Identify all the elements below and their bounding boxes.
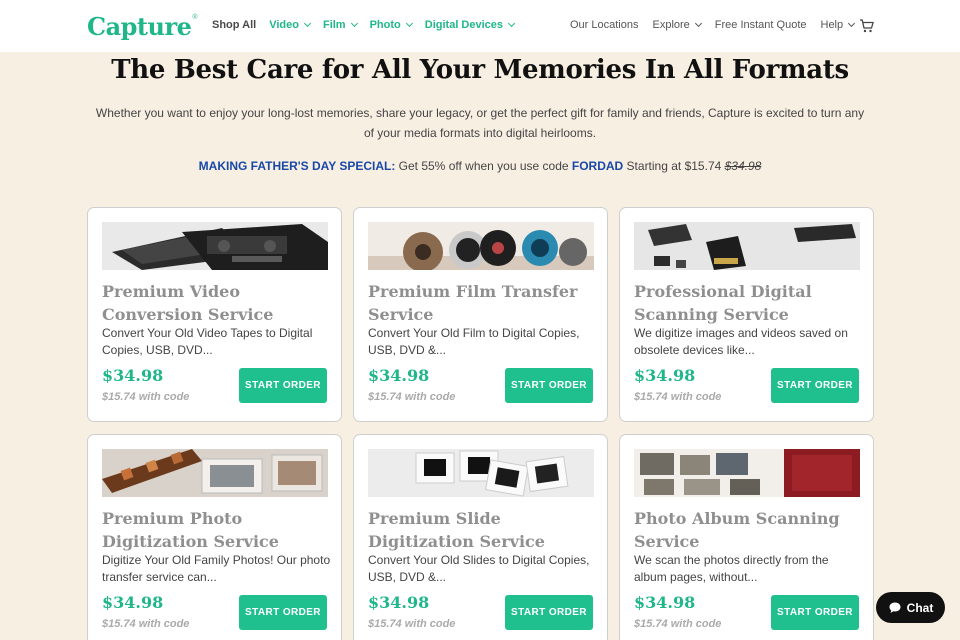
product-card-photo[interactable]: Premium Photo Digitization Service Digit… <box>87 434 342 640</box>
nav-label: Digital Devices <box>424 19 504 31</box>
page-subtitle: Whether you want to enjoy your long-lost… <box>95 106 865 140</box>
card-description: Digitize Your Old Family Photos! Our pho… <box>102 553 331 584</box>
chevron-down-icon <box>405 19 413 28</box>
product-card-video[interactable]: Premium Video Conversion Service Convert… <box>87 207 342 422</box>
card-description: We scan the photos directly from the alb… <box>634 553 829 584</box>
card-code-price: $15.74 with code <box>102 618 190 630</box>
start-order-button[interactable]: START ORDER <box>239 595 327 630</box>
card-price: $34.98 <box>102 366 164 385</box>
card-title[interactable]: Photo Album Scanning Service <box>634 507 864 553</box>
photo-album-image <box>634 449 860 497</box>
chevron-down-icon <box>350 19 358 28</box>
nav-label: Explore <box>652 19 690 31</box>
card-price: $34.98 <box>102 593 164 612</box>
nav-shop-all[interactable]: Shop All <box>212 19 256 31</box>
photo-negatives-image <box>102 449 328 497</box>
nav-film[interactable]: Film <box>322 19 358 31</box>
primary-nav: Shop All Video Film Photo Digital Device… <box>212 19 527 31</box>
chevron-down-icon <box>303 19 312 28</box>
promo-text: Get 55% off when you use code <box>395 159 572 173</box>
card-code-price: $15.74 with code <box>634 391 722 403</box>
site-header: Capture ® Shop All Video Film Photo Digi… <box>0 0 960 52</box>
nav-our-locations[interactable]: Our Locations <box>570 19 638 31</box>
logo-registered-mark: ® <box>192 14 198 21</box>
card-code-price: $15.74 with code <box>368 391 456 403</box>
start-order-button[interactable]: START ORDER <box>505 368 593 403</box>
logo-text: Capture <box>87 11 192 41</box>
nav-free-instant-quote[interactable]: Free Instant Quote <box>715 19 807 31</box>
product-card-digital-scanning[interactable]: Professional Digital Scanning Service We… <box>619 207 874 422</box>
cart-icon[interactable] <box>859 18 875 34</box>
nav-video[interactable]: Video <box>269 19 312 31</box>
card-price: $34.98 <box>634 366 696 385</box>
nav-label: Free Instant Quote <box>714 19 807 31</box>
nav-help[interactable]: Help <box>820 19 856 31</box>
card-price: $34.98 <box>634 593 696 612</box>
card-description: We digitize images and videos saved on o… <box>634 326 848 357</box>
secondary-nav: Our Locations Explore Free Instant Quote… <box>570 19 868 31</box>
start-order-button[interactable]: START ORDER <box>771 595 859 630</box>
card-code-price: $15.74 with code <box>102 391 190 403</box>
film-reels-image <box>368 222 594 270</box>
card-description: Convert Your Old Film to Digital Copies,… <box>368 326 580 357</box>
card-price: $34.98 <box>368 366 430 385</box>
product-card-photo-album[interactable]: Photo Album Scanning Service We scan the… <box>619 434 874 640</box>
nav-label: Photo <box>369 19 401 31</box>
promo-starting: Starting at $15.74 <box>623 159 725 173</box>
slides-image <box>368 449 594 497</box>
nav-label: Film <box>322 19 346 31</box>
start-order-button[interactable]: START ORDER <box>505 595 593 630</box>
promo-label: MAKING FATHER'S DAY SPECIAL: <box>198 159 396 173</box>
chevron-down-icon <box>848 19 856 28</box>
card-title[interactable]: Professional Digital Scanning Service <box>634 280 864 326</box>
memory-cards-image <box>634 222 860 270</box>
start-order-button[interactable]: START ORDER <box>771 368 859 403</box>
nav-label: Video <box>269 19 299 31</box>
nav-label: Help <box>820 19 844 31</box>
start-order-button[interactable]: START ORDER <box>239 368 327 403</box>
promo-old-price: $34.98 <box>724 159 762 173</box>
card-title[interactable]: Premium Slide Digitization Service <box>368 507 598 553</box>
nav-label: Shop All <box>212 19 257 31</box>
card-code-price: $15.74 with code <box>368 618 456 630</box>
card-title[interactable]: Premium Photo Digitization Service <box>102 507 332 553</box>
chevron-down-icon <box>507 19 516 28</box>
chevron-down-icon <box>694 19 702 28</box>
chat-button[interactable]: Chat <box>876 592 945 623</box>
card-title[interactable]: Premium Video Conversion Service <box>102 280 332 326</box>
capture-logo[interactable]: Capture ® <box>87 11 198 41</box>
vhs-tapes-image <box>102 222 328 270</box>
chat-label: Chat <box>906 600 934 615</box>
chat-bubble-icon <box>889 602 901 613</box>
card-description: Convert Your Old Slides to Digital Copie… <box>368 553 590 584</box>
nav-digital-devices[interactable]: Digital Devices <box>424 19 516 31</box>
nav-label: Our Locations <box>570 19 639 31</box>
card-price: $34.98 <box>368 593 430 612</box>
promo-code: FORDAD <box>571 159 624 173</box>
card-title[interactable]: Premium Film Transfer Service <box>368 280 598 326</box>
nav-explore[interactable]: Explore <box>652 19 702 31</box>
product-card-slides[interactable]: Premium Slide Digitization Service Conve… <box>353 434 608 640</box>
card-code-price: $15.74 with code <box>634 618 722 630</box>
product-card-film[interactable]: Premium Film Transfer Service Convert Yo… <box>353 207 608 422</box>
card-description: Convert Your Old Video Tapes to Digital … <box>102 326 313 357</box>
promo-banner: MAKING FATHER'S DAY SPECIAL: Get 55% off… <box>0 159 960 173</box>
page-title: The Best Care for All Your Memories In A… <box>111 55 849 85</box>
nav-photo[interactable]: Photo <box>369 19 413 31</box>
